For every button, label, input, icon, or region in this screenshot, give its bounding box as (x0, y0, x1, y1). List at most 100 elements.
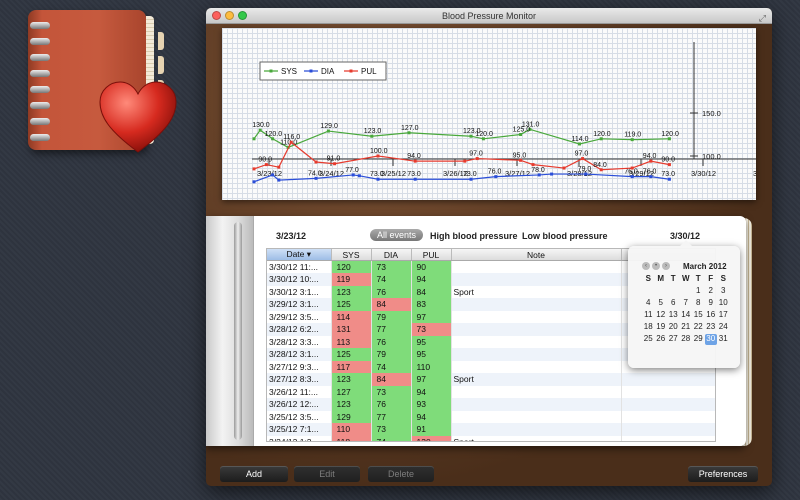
table-row[interactable]: 3/26/12 12:... 123 76 93 (267, 398, 715, 411)
row-sys: 125 (331, 348, 372, 361)
column-header-sys[interactable]: SYS (331, 249, 372, 261)
calendar-day[interactable]: 17 (717, 310, 730, 321)
y-tick-label: 100.0 (702, 152, 721, 161)
calendar-day[interactable]: 18 (642, 322, 655, 333)
table-row[interactable]: 3/25/12 7:1... 110 73 91 (267, 423, 715, 436)
table-row[interactable]: 3/26/12 11:... 127 73 94 (267, 385, 715, 398)
calendar-day[interactable]: 11 (642, 310, 655, 321)
calendar-day[interactable]: 20 (667, 322, 680, 333)
calendar-day[interactable]: 21 (680, 322, 693, 333)
app-icon[interactable] (18, 8, 188, 158)
date-from[interactable]: 3/23/12 (276, 231, 306, 241)
calendar-day[interactable]: 13 (667, 310, 680, 321)
calendar-day[interactable]: 6 (667, 298, 680, 309)
delete-button[interactable]: Delete (368, 466, 434, 482)
row-sys: 117 (331, 360, 372, 373)
row-sys: 120 (331, 260, 372, 273)
calendar-today-icon[interactable]: • (652, 262, 660, 270)
row-note (451, 273, 622, 286)
row-sys: 125 (331, 298, 372, 311)
row-note (451, 360, 622, 373)
row-sys: 131 (331, 323, 372, 336)
calendar-weekday: T (695, 274, 701, 283)
table-row[interactable]: 3/27/12 8:3... 123 84 97 Sport (267, 373, 715, 386)
calendar-day[interactable]: 26 (655, 334, 668, 345)
legend-marker (349, 69, 353, 73)
table-row[interactable]: 3/25/12 3:5... 129 77 94 (267, 410, 715, 423)
table-row[interactable]: 3/24/12 1:2... 118 74 130 Sport (267, 435, 715, 441)
edit-button[interactable]: Edit (294, 466, 360, 482)
calendar-day[interactable]: 15 (692, 310, 705, 321)
calendar-day[interactable]: 2 (705, 286, 718, 297)
data-label: 120.0 (265, 131, 283, 138)
calendar-day[interactable]: 25 (642, 334, 655, 345)
calendar-day[interactable]: 12 (655, 310, 668, 321)
zoom-button[interactable] (238, 11, 247, 20)
row-dia: 77 (371, 410, 412, 423)
column-header-pul[interactable]: PUL (411, 249, 452, 261)
row-pul: 94 (411, 385, 452, 398)
calendar-day[interactable]: 7 (680, 298, 693, 309)
calendar-day[interactable]: 30 (704, 334, 717, 345)
add-button[interactable]: Add (220, 466, 288, 482)
calendar-next-icon[interactable]: › (662, 262, 670, 270)
row-date: 3/29/12 3:5... (267, 310, 332, 323)
row-date: 3/26/12 12:... (267, 398, 332, 411)
legend-label: PUL (361, 67, 377, 76)
calendar-weekday: W (681, 274, 690, 283)
calendar-day[interactable]: 3 (717, 286, 730, 297)
calendar-day[interactable]: 16 (705, 310, 718, 321)
calendar-day[interactable]: 22 (692, 322, 705, 333)
row-note (451, 348, 622, 361)
row-pul: 95 (411, 335, 452, 348)
calendar-day[interactable]: 23 (705, 322, 718, 333)
series-line-pul (253, 141, 670, 171)
calendar-day[interactable]: 5 (655, 298, 668, 309)
row-date: 3/29/12 3:1... (267, 298, 332, 311)
preferences-button[interactable]: Preferences (688, 466, 758, 482)
high-pressure-filter[interactable]: High blood pressure (430, 231, 518, 241)
row-sys: 114 (331, 310, 372, 323)
legend-label: DIA (321, 67, 335, 76)
calendar-popover: ‹ • › March 2012 S M T W T F S 1 2 3 4 5 6 7 8 9 10 11 12 1… (628, 240, 740, 368)
close-button[interactable] (212, 11, 221, 20)
chart-panel: 150.0 100.0 3/23/12 3/24/12 3/25/12 3/26/12 3/… (222, 28, 756, 200)
calendar-day[interactable]: 28 (680, 334, 693, 345)
row-dia: 73 (371, 260, 412, 273)
calendar-weekday: M (657, 274, 665, 283)
column-header-dia[interactable]: DIA (371, 249, 412, 261)
fullscreen-icon[interactable]: ⤢ (759, 10, 766, 26)
calendar-day[interactable]: 10 (717, 298, 730, 309)
calendar-day[interactable]: 9 (705, 298, 718, 309)
calendar-day[interactable]: 19 (655, 322, 668, 333)
calendar-day[interactable]: 31 (717, 334, 730, 345)
data-label: 131.0 (522, 121, 540, 128)
data-label: 76.0 (488, 169, 502, 176)
calendar-day[interactable]: 24 (717, 322, 730, 333)
row-date: 3/30/12 3:1... (267, 285, 332, 298)
row-date: 3/28/12 3:1... (267, 348, 332, 361)
row-date: 3/25/12 3:5... (267, 410, 332, 423)
data-point-pul (314, 160, 318, 164)
calendar-day[interactable]: 27 (667, 334, 680, 345)
row-note (451, 423, 622, 436)
data-point-pul (531, 163, 535, 167)
all-events-filter[interactable]: All events (370, 229, 424, 241)
data-label: 73.0 (463, 171, 477, 178)
minimize-button[interactable] (225, 11, 234, 20)
calendar-prev-icon[interactable]: ‹ (642, 262, 650, 270)
calendar-day[interactable]: 29 (692, 334, 705, 345)
column-header-date[interactable]: Date ▾ (267, 249, 332, 261)
low-pressure-filter[interactable]: Low blood pressure (522, 231, 608, 241)
data-point-pul (277, 165, 281, 169)
column-header-note[interactable]: Note (451, 249, 622, 261)
row-dia: 76 (371, 285, 412, 298)
calendar-day[interactable]: 8 (692, 298, 705, 309)
calendar-day[interactable]: 1 (692, 286, 705, 297)
calendar-empty (642, 286, 655, 297)
calendar-day[interactable]: 4 (642, 298, 655, 309)
calendar-day[interactable]: 14 (680, 310, 693, 321)
row-note (451, 323, 622, 336)
data-point-pul (630, 166, 634, 170)
y-tick-label: 150.0 (702, 109, 721, 118)
